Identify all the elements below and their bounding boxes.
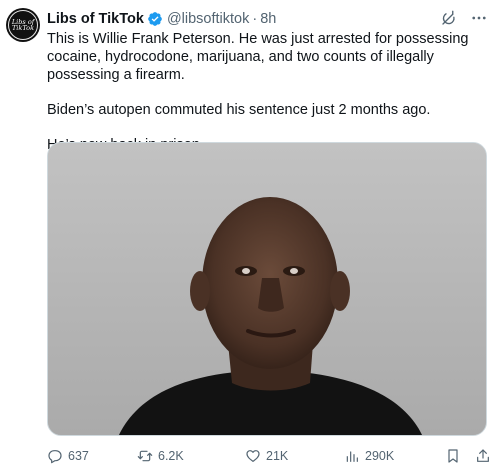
- views-button[interactable]: 290K: [344, 448, 394, 464]
- tweet-header: Libs of TikTok @libsoftiktok · 8h: [47, 9, 276, 29]
- verified-badge-icon: [148, 12, 162, 26]
- repost-button[interactable]: 6.2K: [137, 448, 184, 464]
- mugshot-image: [48, 143, 486, 435]
- tweet-photo[interactable]: [47, 142, 487, 436]
- repost-icon: [137, 450, 153, 462]
- tweet-actions: 637 6.2K 21K 290K: [47, 446, 492, 466]
- tweet-text: This is Willie Frank Peterson. He was ju…: [47, 30, 492, 154]
- reply-icon: [48, 450, 62, 464]
- bookmark-icon: [448, 449, 458, 463]
- tweet[interactable]: Libs of TikTok Libs of TikTok @libsoftik…: [0, 0, 500, 472]
- like-button[interactable]: 21K: [245, 448, 288, 464]
- more-icon[interactable]: [470, 9, 488, 27]
- like-count: 21K: [266, 449, 289, 463]
- top-actions: [440, 9, 488, 27]
- share-button[interactable]: [475, 448, 491, 464]
- repost-count: 6.2K: [158, 449, 184, 463]
- reply-count: 637: [68, 449, 89, 463]
- avatar-text-line2: TikTok: [11, 24, 35, 32]
- views-icon: [346, 451, 358, 462]
- bookmark-button[interactable]: [445, 448, 461, 464]
- reply-button[interactable]: 637: [47, 448, 89, 464]
- author-name[interactable]: Libs of TikTok: [47, 11, 144, 27]
- heart-icon: [246, 450, 260, 462]
- tweet-time[interactable]: 8h: [260, 11, 276, 27]
- separator-dot: ·: [252, 11, 258, 27]
- author-handle[interactable]: @libsoftiktok: [167, 11, 249, 27]
- tweet-paragraph: This is Willie Frank Peterson. He was ju…: [47, 31, 469, 83]
- avatar[interactable]: Libs of TikTok: [6, 8, 40, 42]
- avatar-logo: Libs of TikTok: [8, 10, 38, 40]
- views-count: 290K: [365, 449, 395, 463]
- grok-icon[interactable]: [440, 9, 458, 27]
- tweet-paragraph: Biden’s autopen commuted his sentence ju…: [47, 102, 431, 118]
- share-icon: [477, 449, 489, 462]
